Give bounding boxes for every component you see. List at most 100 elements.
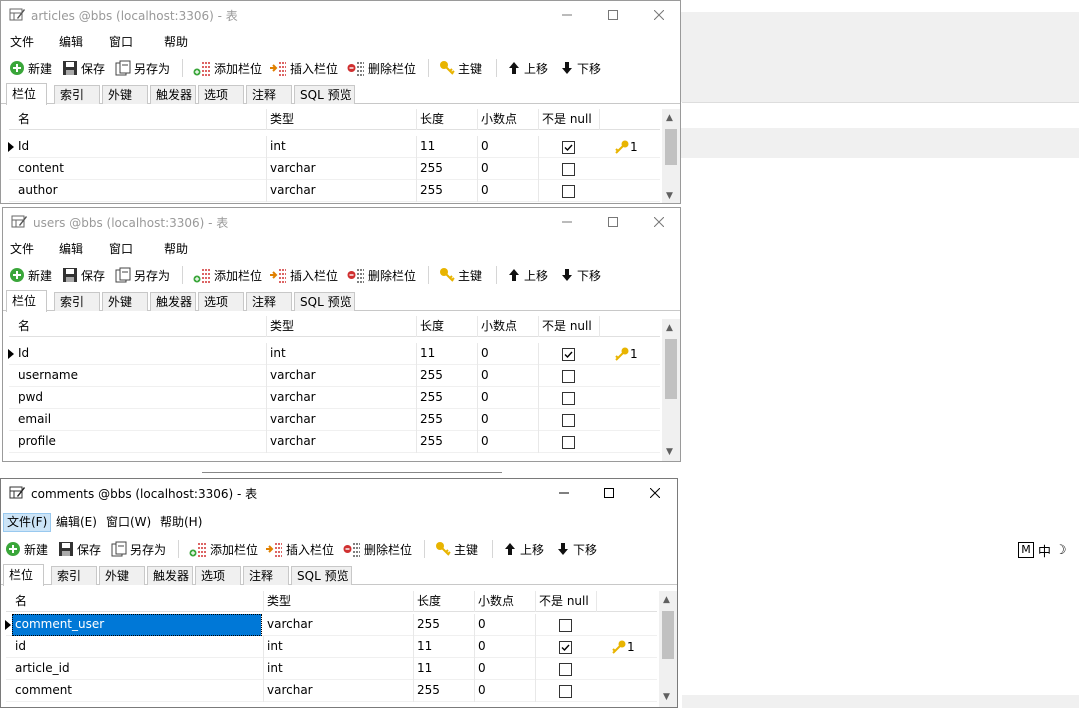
tab-fields[interactable]: 栏位 xyxy=(3,564,44,586)
insert-field-button[interactable]: 插入栏位 xyxy=(265,539,334,559)
close-button[interactable] xyxy=(636,1,680,29)
tab-comment[interactable]: 注释 xyxy=(246,85,292,104)
field-name[interactable]: Id xyxy=(15,136,267,158)
field-name[interactable]: article_id xyxy=(12,658,264,680)
menu-file[interactable]: 文件 xyxy=(7,33,37,52)
tab-options[interactable]: 选项 xyxy=(198,292,244,311)
not-null-checkbox[interactable] xyxy=(562,141,575,154)
field-type[interactable]: int xyxy=(267,136,417,158)
scroll-down-arrow-icon[interactable]: ▼ xyxy=(663,692,670,702)
primary-key-button[interactable]: 主键 xyxy=(439,265,482,285)
not-null-checkbox[interactable] xyxy=(562,436,575,449)
field-decimals[interactable]: 0 xyxy=(475,636,536,658)
field-decimals[interactable]: 0 xyxy=(475,658,536,680)
column-header-type[interactable]: 类型 xyxy=(267,316,417,337)
save-as-button[interactable]: 另存为 xyxy=(115,265,170,285)
field-name[interactable]: Id xyxy=(15,343,267,365)
move-up-button[interactable]: 上移 xyxy=(503,539,544,559)
field-type[interactable]: varchar xyxy=(267,158,417,180)
menu-edit[interactable]: 编辑(E) xyxy=(53,513,100,532)
field-length[interactable]: 255 xyxy=(417,180,478,202)
field-name[interactable]: profile xyxy=(15,431,267,453)
close-button[interactable] xyxy=(632,479,677,507)
column-header-length[interactable]: 长度 xyxy=(414,591,475,612)
minimize-button[interactable] xyxy=(544,1,590,29)
insert-field-button[interactable]: 插入栏位 xyxy=(269,265,338,285)
not-null-checkbox[interactable] xyxy=(562,370,575,383)
primary-key-button[interactable]: 主键 xyxy=(439,58,482,78)
field-length[interactable]: 255 xyxy=(417,158,478,180)
field-decimals[interactable]: 0 xyxy=(478,180,539,202)
field-length[interactable]: 11 xyxy=(414,636,475,658)
field-length[interactable]: 255 xyxy=(414,680,475,702)
field-decimals[interactable]: 0 xyxy=(478,409,539,431)
field-type[interactable]: int xyxy=(267,343,417,365)
field-length[interactable]: 255 xyxy=(417,387,478,409)
field-type[interactable]: int xyxy=(264,636,414,658)
moon-icon[interactable]: ☽ xyxy=(1055,543,1067,558)
field-name[interactable]: comment_user xyxy=(12,614,262,636)
save-button[interactable]: 保存 xyxy=(58,539,101,559)
field-decimals[interactable]: 0 xyxy=(478,365,539,387)
menu-file[interactable]: 文件 xyxy=(7,240,37,259)
column-header-length[interactable]: 长度 xyxy=(417,316,478,337)
tab-foreign-keys[interactable]: 外键 xyxy=(99,566,145,585)
menu-help[interactable]: 帮助 xyxy=(161,33,191,52)
new-button[interactable]: 新建 xyxy=(9,265,52,285)
tab-fields[interactable]: 栏位 xyxy=(6,290,47,312)
column-header-not-null[interactable]: 不是 null xyxy=(539,316,600,337)
vertical-scrollbar[interactable]: ▲ ▼ xyxy=(662,319,680,461)
field-type[interactable]: int xyxy=(264,658,414,680)
column-header-name[interactable]: 名 xyxy=(12,591,264,612)
menu-window[interactable]: 窗口 xyxy=(106,240,136,259)
new-button[interactable]: 新建 xyxy=(5,539,48,559)
tab-triggers[interactable]: 触发器 xyxy=(147,566,193,585)
primary-key-button[interactable]: 主键 xyxy=(435,539,478,559)
delete-field-button[interactable]: 删除栏位 xyxy=(343,539,412,559)
table-row[interactable]: username varchar 255 0 xyxy=(9,365,660,387)
scroll-down-arrow-icon[interactable]: ▼ xyxy=(666,191,673,201)
field-type[interactable]: varchar xyxy=(267,365,417,387)
ime-indicator[interactable]: M 中 ☽ xyxy=(1018,540,1079,560)
save-button[interactable]: 保存 xyxy=(62,265,105,285)
minimize-button[interactable] xyxy=(541,479,587,507)
close-button[interactable] xyxy=(636,208,680,236)
table-row[interactable]: comment varchar 255 0 xyxy=(6,680,657,702)
menu-help[interactable]: 帮助 xyxy=(161,240,191,259)
menu-window[interactable]: 窗口(W) xyxy=(103,513,154,532)
scroll-up-arrow-icon[interactable]: ▲ xyxy=(663,595,670,605)
move-up-button[interactable]: 上移 xyxy=(507,58,548,78)
column-header-decimals[interactable]: 小数点 xyxy=(478,316,539,337)
move-down-button[interactable]: 下移 xyxy=(556,539,597,559)
table-row[interactable]: content varchar 255 0 xyxy=(9,158,660,180)
field-decimals[interactable]: 0 xyxy=(475,680,536,702)
save-as-button[interactable]: 另存为 xyxy=(115,58,170,78)
field-length[interactable]: 11 xyxy=(414,658,475,680)
field-name[interactable]: author xyxy=(15,180,267,202)
field-length[interactable]: 11 xyxy=(417,343,478,365)
maximize-button[interactable] xyxy=(586,479,632,507)
column-header-type[interactable]: 类型 xyxy=(267,109,417,130)
menu-window[interactable]: 窗口 xyxy=(106,33,136,52)
save-as-button[interactable]: 另存为 xyxy=(111,539,166,559)
tab-triggers[interactable]: 触发器 xyxy=(150,292,196,311)
column-header-not-null[interactable]: 不是 null xyxy=(536,591,597,612)
move-up-button[interactable]: 上移 xyxy=(507,265,548,285)
column-header-name[interactable]: 名 xyxy=(15,109,267,130)
tab-indexes[interactable]: 索引 xyxy=(54,292,100,311)
table-row[interactable]: comment_user varchar 255 0 xyxy=(5,614,657,636)
ime-language-indicator[interactable]: 中 xyxy=(1038,541,1051,560)
insert-field-button[interactable]: 插入栏位 xyxy=(269,58,338,78)
tab-comment[interactable]: 注释 xyxy=(246,292,292,311)
delete-field-button[interactable]: 删除栏位 xyxy=(347,265,416,285)
ime-mode-indicator[interactable]: M xyxy=(1018,542,1034,558)
column-header-not-null[interactable]: 不是 null xyxy=(539,109,600,130)
field-type[interactable]: varchar xyxy=(267,431,417,453)
field-length[interactable]: 255 xyxy=(417,431,478,453)
maximize-button[interactable] xyxy=(590,208,636,236)
tab-triggers[interactable]: 触发器 xyxy=(150,85,196,104)
tab-comment[interactable]: 注释 xyxy=(243,566,289,585)
tab-sql-preview[interactable]: SQL 预览 xyxy=(294,292,355,311)
field-name[interactable]: content xyxy=(15,158,267,180)
table-row[interactable]: article_id int 11 0 xyxy=(6,658,657,680)
